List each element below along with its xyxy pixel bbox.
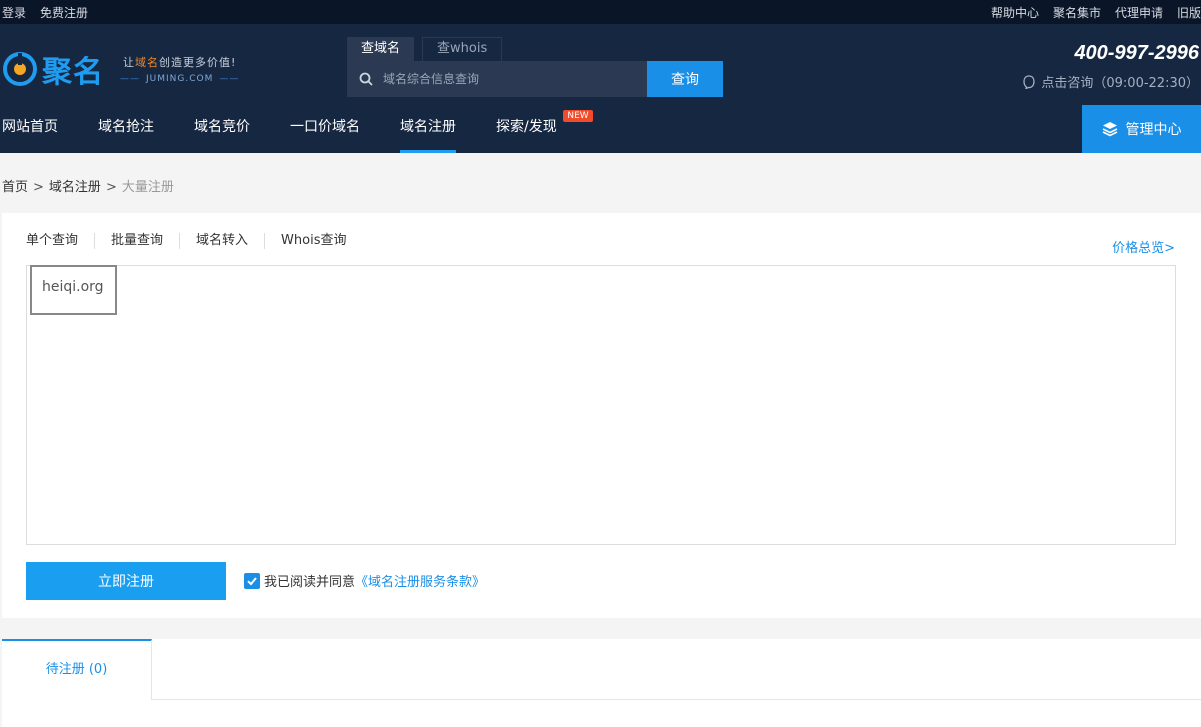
register-now-button[interactable]: 立即注册 [26,562,226,600]
tab-single-query[interactable]: 单个查询 [26,233,94,249]
agree-terms: 我已阅读并同意 《域名注册服务条款》 [244,571,485,590]
tab-batch-query[interactable]: 批量查询 [94,233,179,249]
nav-explore[interactable]: 探索/发现 NEW [476,106,593,153]
query-tabs: 单个查询 批量查询 域名转入 Whois查询 [26,233,362,249]
top-strip: 登录 免费注册 帮助中心 聚名集市 代理申请 旧版 [0,0,1201,24]
logo-mark-icon [3,52,37,86]
search-icon [359,72,373,86]
tab-domain-transfer[interactable]: 域名转入 [179,233,264,249]
consult-text: 点击咨询（09:00-22:30） [1041,76,1199,91]
tab-whois-query[interactable]: Whois查询 [264,233,362,249]
nav-explore-label: 探索/发现 [496,119,557,135]
tab-search-domain[interactable]: 查域名 [347,37,415,61]
top-strip-left: 登录 免费注册 [2,4,88,21]
top-strip-right: 帮助中心 聚名集市 代理申请 旧版 [991,4,1201,21]
slogan-highlight: 域名 [134,56,159,69]
old-version-link[interactable]: 旧版 [1177,4,1201,21]
free-register-link[interactable]: 免费注册 [40,4,88,21]
nav-domain-snap[interactable]: 域名抢注 [78,106,174,153]
consult-link[interactable]: 点击咨询（09:00-22:30） [1023,72,1199,91]
juming-market-link[interactable]: 聚名集市 [1053,4,1101,21]
breadcrumb: 首页 > 域名注册 > 大量注册 [2,176,174,195]
layers-icon [1102,122,1117,137]
nav-fixed-price[interactable]: 一口价域名 [270,106,380,153]
terms-link[interactable]: 《域名注册服务条款》 [355,571,485,590]
tab-pending-register[interactable]: 待注册 (0) [2,639,152,700]
new-badge: NEW [563,110,593,122]
search-box: 查询 [347,61,723,97]
main-nav: 网站首页 域名抢注 域名竞价 一口价域名 域名注册 探索/发现 NEW [0,106,593,153]
nav-home[interactable]: 网站首页 [0,106,78,153]
agent-apply-link[interactable]: 代理申请 [1115,4,1163,21]
manage-center-button[interactable]: 管理中心 [1082,105,1201,153]
breadcrumb-sep: > [33,180,44,195]
breadcrumb-current: 大量注册 [121,180,174,195]
slogan-domain: JUMING.COM [114,74,245,84]
logo-text: 聚名 [42,55,104,90]
search-tabs: 查域名 查whois [347,37,503,61]
nav-domain-register[interactable]: 域名注册 [380,106,476,153]
site-header: 聚名 让域名创造更多价值! JUMING.COM 查域名 查whois 查询 4… [0,24,1201,153]
login-link[interactable]: 登录 [2,4,26,21]
nav-domain-auction[interactable]: 域名竞价 [174,106,270,153]
domain-list-textarea[interactable] [26,265,1176,545]
domain-entry[interactable]: heiqi.org [30,265,117,315]
logo-slogan: 让域名创造更多价值! JUMING.COM [114,54,245,84]
search-input[interactable] [383,72,647,86]
chat-bubble-icon [1023,74,1036,89]
hotline-number: 400-997-2996 [1074,42,1199,64]
slogan-suffix: 创造更多价值! [158,56,237,69]
breadcrumb-domain-register[interactable]: 域名注册 [49,180,101,195]
agree-checkbox[interactable] [244,572,260,589]
tab-search-whois[interactable]: 查whois [422,37,503,61]
slogan-text: 让域名创造更多价值! [123,54,236,70]
search-button[interactable]: 查询 [647,61,723,97]
breadcrumb-home[interactable]: 首页 [2,180,28,195]
slogan-prefix: 让 [122,56,135,69]
tab-divider [152,699,1201,700]
register-panel: 单个查询 批量查询 域名转入 Whois查询 价格总览> heiqi.org 立… [2,213,1201,618]
search-input-wrap [347,61,647,97]
manage-center-label: 管理中心 [1125,122,1182,138]
pending-panel: 待注册 (0) [2,639,1201,727]
agree-text: 我已阅读并同意 [264,575,356,590]
site-logo[interactable]: 聚名 让域名创造更多价值! JUMING.COM [2,46,245,92]
price-overview-link[interactable]: 价格总览> [1112,237,1175,256]
breadcrumb-sep: > [105,180,117,195]
help-center-link[interactable]: 帮助中心 [991,4,1039,21]
check-icon [247,576,257,585]
